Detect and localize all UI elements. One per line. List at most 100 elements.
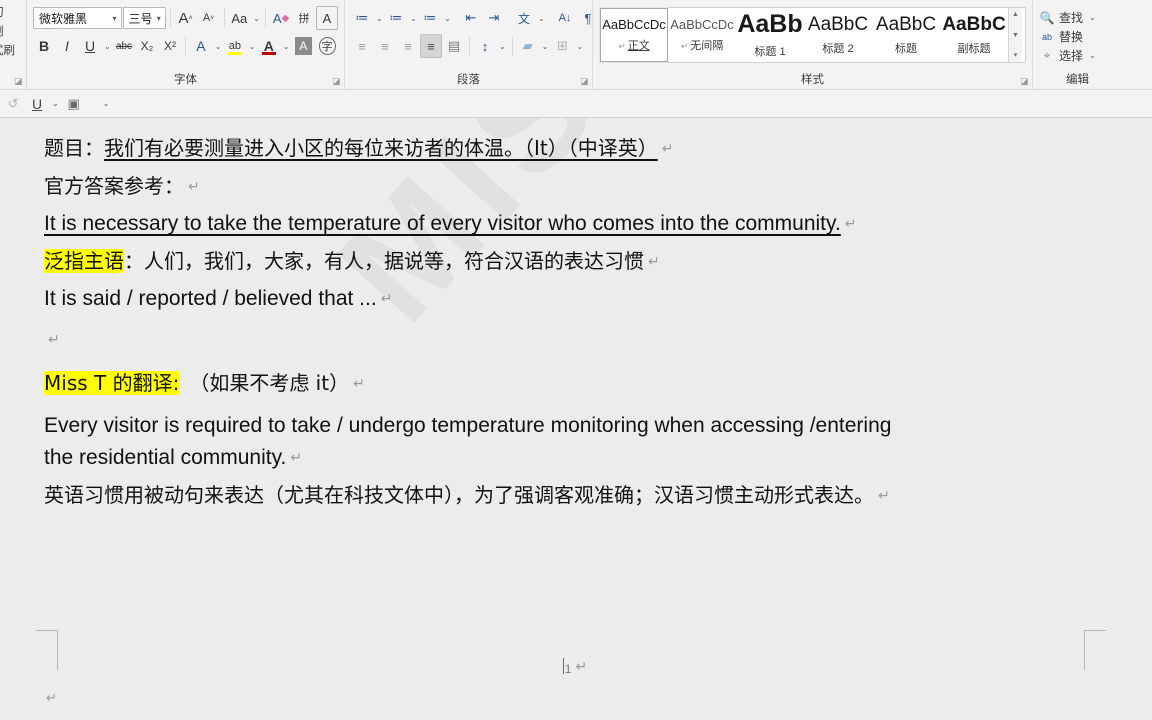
font-group-row-1: 微软雅黑 ▾ 三号 ▾ A ˄ A ˅ Aa ⌄ A ◆ 拼 A — [33, 4, 339, 32]
styles-more-icon[interactable]: ▾ — [1014, 51, 1018, 60]
official-answer-label-text: 官方答案参考： — [44, 173, 184, 198]
italic-button[interactable]: I — [56, 34, 78, 58]
font-dialog-launcher[interactable]: ◪ — [332, 77, 341, 86]
clipboard-copy-label[interactable]: 制 — [0, 23, 20, 42]
chevron-down-icon[interactable]: ▾ — [153, 14, 163, 23]
character-border-button[interactable]: A — [316, 6, 339, 30]
style-item-5[interactable]: AaBbC 副标题 — [940, 8, 1008, 62]
styles-dialog-launcher[interactable]: ◪ — [1020, 77, 1029, 86]
bullets-button[interactable]: ≔ — [351, 6, 373, 30]
style-name-text: 标题 2 — [822, 42, 854, 55]
chevron-down-icon[interactable]: ⌄ — [408, 14, 418, 23]
chevron-down-icon[interactable]: ⌄ — [101, 99, 112, 108]
chevron-down-icon[interactable]: ⌄ — [50, 99, 61, 108]
chevron-down-icon[interactable]: ⌄ — [442, 14, 452, 23]
style-item-4[interactable]: AaBbC 标题 — [872, 8, 940, 62]
chevron-down-icon[interactable]: ⌄ — [213, 42, 223, 51]
clipboard-dialog-launcher[interactable]: ◪ — [14, 77, 23, 86]
font-group: 微软雅黑 ▾ 三号 ▾ A ˄ A ˅ Aa ⌄ A ◆ 拼 A B I U ⌄ ab… — [26, 0, 344, 89]
scroll-down-icon[interactable]: ▼ — [1012, 31, 1019, 40]
grow-font-button[interactable]: A ˄ — [175, 6, 197, 30]
style-preview: AaBbC — [807, 14, 869, 34]
change-case-button[interactable]: Aa — [228, 6, 250, 30]
style-item-0[interactable]: AaBbCcDc ↵ 正文 — [599, 7, 669, 63]
empty-line[interactable]: ↵ — [44, 327, 1092, 357]
numbering-button[interactable]: ≔ — [385, 6, 407, 30]
character-shading-button[interactable]: A — [292, 34, 315, 58]
underline-button[interactable]: U — [79, 34, 101, 58]
final-note-line[interactable]: 英语习惯用被动句来表达（尤其在科技文体中），为了强调客观准确；汉语习惯主动形式表… — [44, 483, 1092, 509]
strikethrough-button[interactable]: abc — [113, 34, 135, 58]
chevron-down-icon[interactable]: ⌄ — [247, 42, 257, 51]
text-highlight-color-button[interactable]: ab — [224, 34, 246, 58]
text-effects-button[interactable]: A — [190, 34, 212, 58]
generic-subject-line[interactable]: 泛指主语：人们，我们，大家，有人，据说等，符合汉语的表达习惯 ↵ — [44, 249, 1092, 275]
align-center-button[interactable]: ≡ — [374, 34, 396, 58]
font-color-button[interactable]: A — [258, 34, 280, 58]
chevron-down-icon[interactable]: ⌄ — [497, 42, 508, 51]
subscript-icon: X₂ — [140, 39, 154, 53]
subscript-button[interactable]: X₂ — [136, 34, 158, 58]
chevron-down-icon[interactable]: ⌄ — [251, 14, 261, 23]
styles-gallery-scrollbar[interactable]: ▲ ▼ ▾ — [1008, 8, 1022, 62]
decrease-indent-button[interactable]: ⇤ — [460, 6, 482, 30]
style-item-2[interactable]: AaBb 标题 1 — [736, 8, 804, 62]
styles-gallery[interactable]: AaBbCcDc ↵ 正文 AaBbCcDc ↵ 无间隔 AaBb 标题 1 AaB… — [599, 7, 1026, 63]
document-area[interactable]: MISS T 题目：我们有必要测量进入小区的每位来访者的体温。（It）（中译英）… — [0, 118, 1152, 720]
format-painter-label[interactable]: 式刷 — [0, 42, 20, 61]
style-item-1[interactable]: AaBbCcDc ↵ 无间隔 — [668, 8, 736, 62]
screenshot-icon: ▣ — [67, 95, 80, 111]
line-spacing-icon: ↕ — [481, 38, 489, 54]
clipboard-cut-label[interactable]: 切 — [0, 4, 20, 23]
chevron-down-icon[interactable]: ⌄ — [102, 42, 112, 51]
miss-t-paren-note: （如果不考虑 it） — [179, 370, 350, 395]
asian-layout-button[interactable]: 文 — [513, 6, 535, 30]
underline-quick-button[interactable]: U — [26, 93, 48, 115]
style-item-3[interactable]: AaBbC 标题 2 — [804, 8, 872, 62]
select-button[interactable]: ⌖ 选择 ⌄ — [1039, 46, 1116, 65]
phonetic-guide-button[interactable]: 拼 — [293, 6, 315, 30]
increase-indent-button[interactable]: ⇥ — [483, 6, 505, 30]
shading-button[interactable]: ▰ — [517, 34, 539, 58]
undo-button[interactable]: ↺ — [2, 93, 24, 115]
find-button[interactable]: 🔍 查找 ⌄ — [1039, 8, 1116, 27]
miss-t-label-line[interactable]: Miss T 的翻译: （如果不考虑 it） ↵ — [44, 370, 1092, 397]
chevron-down-icon[interactable]: ▾ — [109, 14, 119, 23]
title-line[interactable]: 题目：我们有必要测量进入小区的每位来访者的体温。（It）（中译英） ↵ — [44, 136, 1092, 162]
replace-button[interactable]: ab 替换 — [1039, 27, 1116, 46]
official-answer-label[interactable]: 官方答案参考： ↵ — [44, 174, 1092, 200]
font-name-value: 微软雅黑 — [39, 11, 88, 26]
miss-t-translation[interactable]: Every visitor is required to take / unde… — [44, 410, 1092, 473]
scroll-up-icon[interactable]: ▲ — [1012, 10, 1019, 19]
shrink-font-button[interactable]: A ˅ — [198, 6, 220, 30]
font-name-combo[interactable]: 微软雅黑 ▾ — [33, 7, 122, 29]
document-page[interactable]: MISS T 题目：我们有必要测量进入小区的每位来访者的体温。（It）（中译英）… — [0, 118, 1152, 720]
clear-formatting-button[interactable]: A ◆ — [270, 6, 292, 30]
chevron-down-icon[interactable]: ⌄ — [1087, 13, 1098, 22]
chevron-down-icon[interactable]: ⌄ — [281, 42, 291, 51]
chevron-down-icon[interactable]: ⌄ — [374, 14, 384, 23]
it-is-said-line[interactable]: It is said / reported / believed that ..… — [44, 286, 1092, 313]
superscript-button[interactable]: X² — [159, 34, 181, 58]
borders-button[interactable]: ⊞ — [551, 34, 573, 58]
justify-button[interactable]: ≡ — [420, 34, 442, 58]
sort-button[interactable]: A↓ — [554, 6, 576, 30]
chevron-down-icon[interactable]: ⌄ — [536, 14, 546, 23]
styles-group-label: 样式 — [801, 74, 824, 86]
align-right-button[interactable]: ≡ — [397, 34, 419, 58]
bold-button[interactable]: B — [33, 34, 55, 58]
enclose-characters-button[interactable]: 字 — [316, 34, 338, 58]
screenshot-button[interactable]: ▣ — [63, 93, 85, 115]
multilevel-list-button[interactable]: ≔ — [419, 6, 441, 30]
distributed-button[interactable]: ▤ — [443, 34, 465, 58]
font-size-combo[interactable]: 三号 ▾ — [122, 7, 166, 29]
numbering-icon: ≔ — [389, 10, 403, 25]
chevron-down-icon[interactable]: ⌄ — [1087, 51, 1098, 60]
chevron-down-icon[interactable]: ⌄ — [540, 42, 551, 51]
line-spacing-button[interactable]: ↕ — [474, 34, 496, 58]
paragraph-dialog-launcher[interactable]: ◪ — [580, 77, 589, 86]
chevron-down-icon[interactable]: ⌄ — [574, 42, 585, 51]
align-center-icon: ≡ — [381, 38, 389, 54]
align-left-button[interactable]: ≡ — [351, 34, 373, 58]
official-answer-text[interactable]: It is necessary to take the temperature … — [44, 211, 1092, 238]
